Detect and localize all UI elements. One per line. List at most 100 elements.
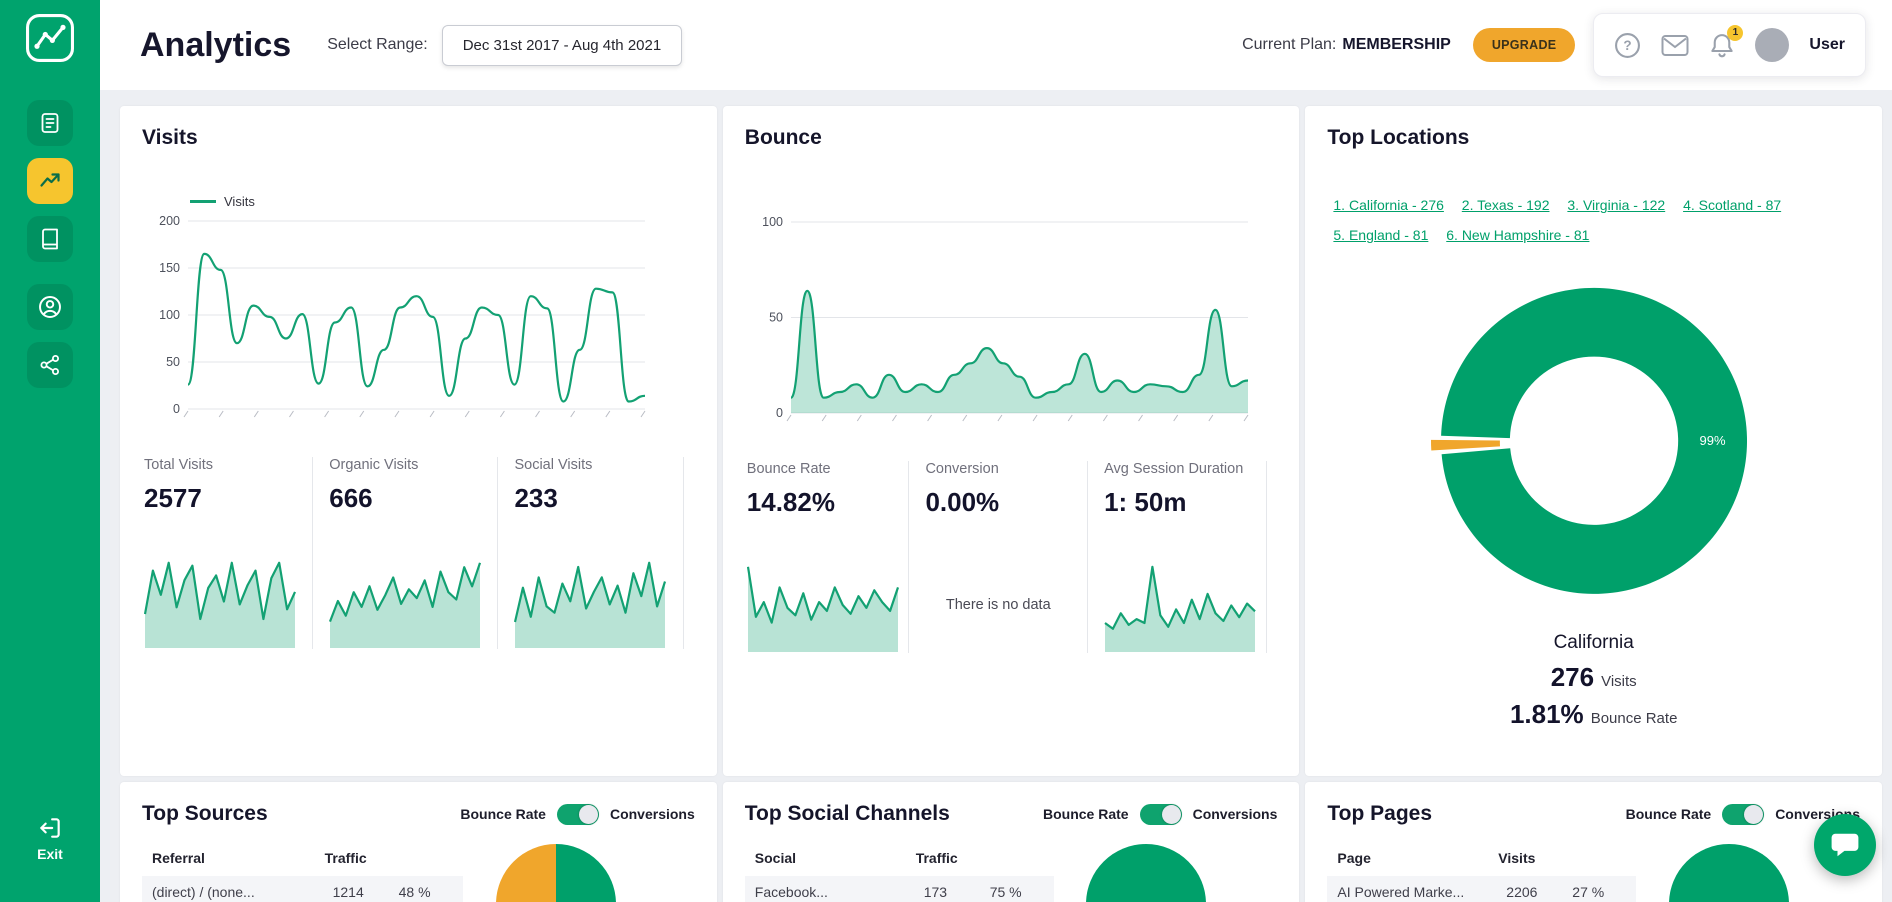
stat-value: 0.00% — [925, 487, 1000, 517]
metric-toggle-group: Bounce Rate Conversions — [1043, 803, 1277, 825]
session-duration-sparkline — [1104, 565, 1256, 652]
organic-visits-sparkline — [329, 562, 482, 648]
bounce-rate-toggle-label: Bounce Rate — [1625, 806, 1712, 822]
bounce-rate-sparkline — [746, 566, 899, 652]
top-sources-card: Top Sources Bounce Rate Conversions Refe… — [120, 782, 717, 902]
mail-button[interactable] — [1661, 34, 1689, 57]
chat-widget-button[interactable] — [1814, 814, 1876, 876]
conversions-toggle-label: Conversions — [609, 806, 695, 822]
visits-stats: Total Visits 2577 Organic Visits 666 Soc… — [142, 457, 684, 649]
location-link-scotland[interactable]: 4. Scotland - 87 — [1683, 197, 1781, 213]
stat-value: 1: 50m — [1104, 487, 1187, 517]
card-header: Top Social Channels Bounce Rate Conversi… — [745, 802, 1278, 826]
metric-toggle-group: Bounce Rate Conversions — [460, 803, 695, 825]
location-link-texas[interactable]: 2. Texas - 192 — [1462, 197, 1550, 213]
form-icon — [41, 113, 59, 133]
book-icon — [42, 228, 58, 250]
toggle-knob — [1744, 804, 1764, 824]
sidebar-item-library[interactable] — [27, 216, 73, 262]
sources-pie-chart — [495, 844, 616, 902]
notifications-button[interactable]: 1 — [1709, 24, 1744, 59]
person-icon — [39, 296, 61, 318]
user-name[interactable]: User — [1809, 36, 1845, 54]
app-root: Exit Analytics Select Range: Dec 31st 20… — [0, 0, 1892, 902]
bounce-rate-toggle-label: Bounce Rate — [460, 806, 546, 822]
col-social: Social — [754, 850, 797, 866]
bounce-label: Bounce Rate — [1590, 710, 1678, 728]
bounce-rate-toggle-label: Bounce Rate — [1043, 806, 1129, 822]
stat-label: Avg Session Duration — [1104, 461, 1244, 477]
help-button[interactable]: ? — [1614, 32, 1641, 59]
svg-text:50: 50 — [166, 355, 180, 369]
col-page: Page — [1337, 850, 1371, 866]
sidebar-item-forms[interactable] — [27, 100, 73, 146]
sidebar-item-account[interactable] — [27, 284, 73, 330]
bounce-value: 1.81% — [1509, 699, 1584, 730]
stat-label: Social Visits — [514, 457, 593, 473]
channel-traffic: 173 — [923, 884, 948, 900]
stat-organic-visits: Organic Visits 666 — [313, 457, 499, 649]
pages-metric-toggle[interactable] — [1722, 803, 1765, 825]
avatar[interactable] — [1755, 28, 1790, 62]
top-locations-card: Top Locations 1. California - 276 2. Tex… — [1305, 106, 1882, 776]
table-row[interactable]: Facebook... 173 75 % — [744, 876, 1054, 902]
source-name: (direct) / (none... — [152, 884, 255, 900]
stat-conversion: Conversion 0.00% There is no data — [909, 461, 1089, 653]
svg-text:100: 100 — [159, 308, 180, 322]
top-locations-title: Top Locations — [1327, 126, 1470, 149]
top-social-title: Top Social Channels — [744, 802, 950, 825]
sidebar-item-analytics[interactable] — [27, 158, 73, 204]
select-range-label: Select Range: — [327, 36, 428, 53]
pages-table: Page Visits AI Powered Marke... 2206 27 … — [1327, 844, 1637, 902]
social-metric-toggle[interactable] — [1139, 803, 1182, 825]
top-sources-title: Top Sources — [142, 802, 268, 825]
card-header: Top Pages Bounce Rate Conversions — [1327, 802, 1860, 826]
app-logo[interactable] — [24, 12, 76, 64]
exit-label: Exit — [37, 846, 63, 862]
toggle-knob — [1161, 804, 1181, 824]
exit-button[interactable]: Exit — [37, 815, 63, 862]
stat-session-duration: Avg Session Duration 1: 50m — [1088, 461, 1267, 653]
date-range-picker[interactable]: Dec 31st 2017 - Aug 4th 2021 — [441, 24, 683, 66]
visits-card: Visits Visits 0 50 100 150 200 Total Visits … — [120, 106, 717, 776]
stat-label: Total Visits — [144, 457, 214, 473]
stat-total-visits: Total Visits 2577 — [142, 457, 314, 649]
location-link-england[interactable]: 5. England - 81 — [1333, 227, 1428, 243]
location-link-new-hampshire[interactable]: 6. New Hampshire - 81 — [1446, 227, 1589, 243]
table-row[interactable]: AI Powered Marke... 2206 27 % — [1327, 876, 1637, 902]
toggle-knob — [578, 804, 598, 824]
pages-pie-chart — [1668, 844, 1789, 902]
visits-label: Visits — [1601, 673, 1637, 691]
main-area: Analytics Select Range: Dec 31st 2017 - … — [100, 0, 1892, 902]
bounce-title: Bounce — [744, 126, 822, 149]
svg-text:50: 50 — [769, 311, 783, 325]
visits-legend: Visits — [190, 194, 695, 209]
top-pages-title: Top Pages — [1327, 802, 1433, 825]
exit-icon — [40, 818, 60, 838]
location-link-california[interactable]: 1. California - 276 — [1333, 197, 1444, 213]
analytics-trend-icon — [40, 173, 60, 187]
social-pie-chart — [1086, 844, 1207, 902]
svg-text:0: 0 — [173, 402, 180, 416]
page-title: Analytics — [140, 25, 292, 64]
location-link-virginia[interactable]: 3. Virginia - 122 — [1567, 197, 1665, 213]
top-pages-card: Top Pages Bounce Rate Conversions Page V… — [1305, 782, 1882, 902]
total-visits-sparkline — [144, 561, 296, 648]
legend-label: Visits — [224, 194, 255, 209]
svg-text:?: ? — [1624, 38, 1632, 53]
upgrade-button[interactable]: UPGRADE — [1472, 28, 1576, 62]
stat-value: 14.82% — [746, 487, 835, 517]
svg-text:200: 200 — [159, 214, 180, 228]
social-visits-sparkline — [514, 561, 667, 648]
help-icon: ? — [1615, 32, 1641, 58]
sources-metric-toggle[interactable] — [556, 803, 599, 825]
chat-bubble-icon — [1831, 833, 1859, 857]
selected-location-name: California — [1553, 632, 1634, 654]
table-row[interactable]: (direct) / (none... 1214 48 % — [142, 876, 463, 902]
header: Analytics Select Range: Dec 31st 2017 - … — [100, 0, 1892, 90]
user-toolbar: ? 1 User — [1593, 13, 1866, 77]
col-visits: Visits — [1498, 850, 1536, 866]
sidebar-item-share[interactable] — [27, 342, 73, 388]
bounce-card: Bounce 0 50 100 Bounce Rate 14.82% Convers… — [722, 106, 1300, 776]
source-percent: 48 % — [398, 884, 431, 900]
